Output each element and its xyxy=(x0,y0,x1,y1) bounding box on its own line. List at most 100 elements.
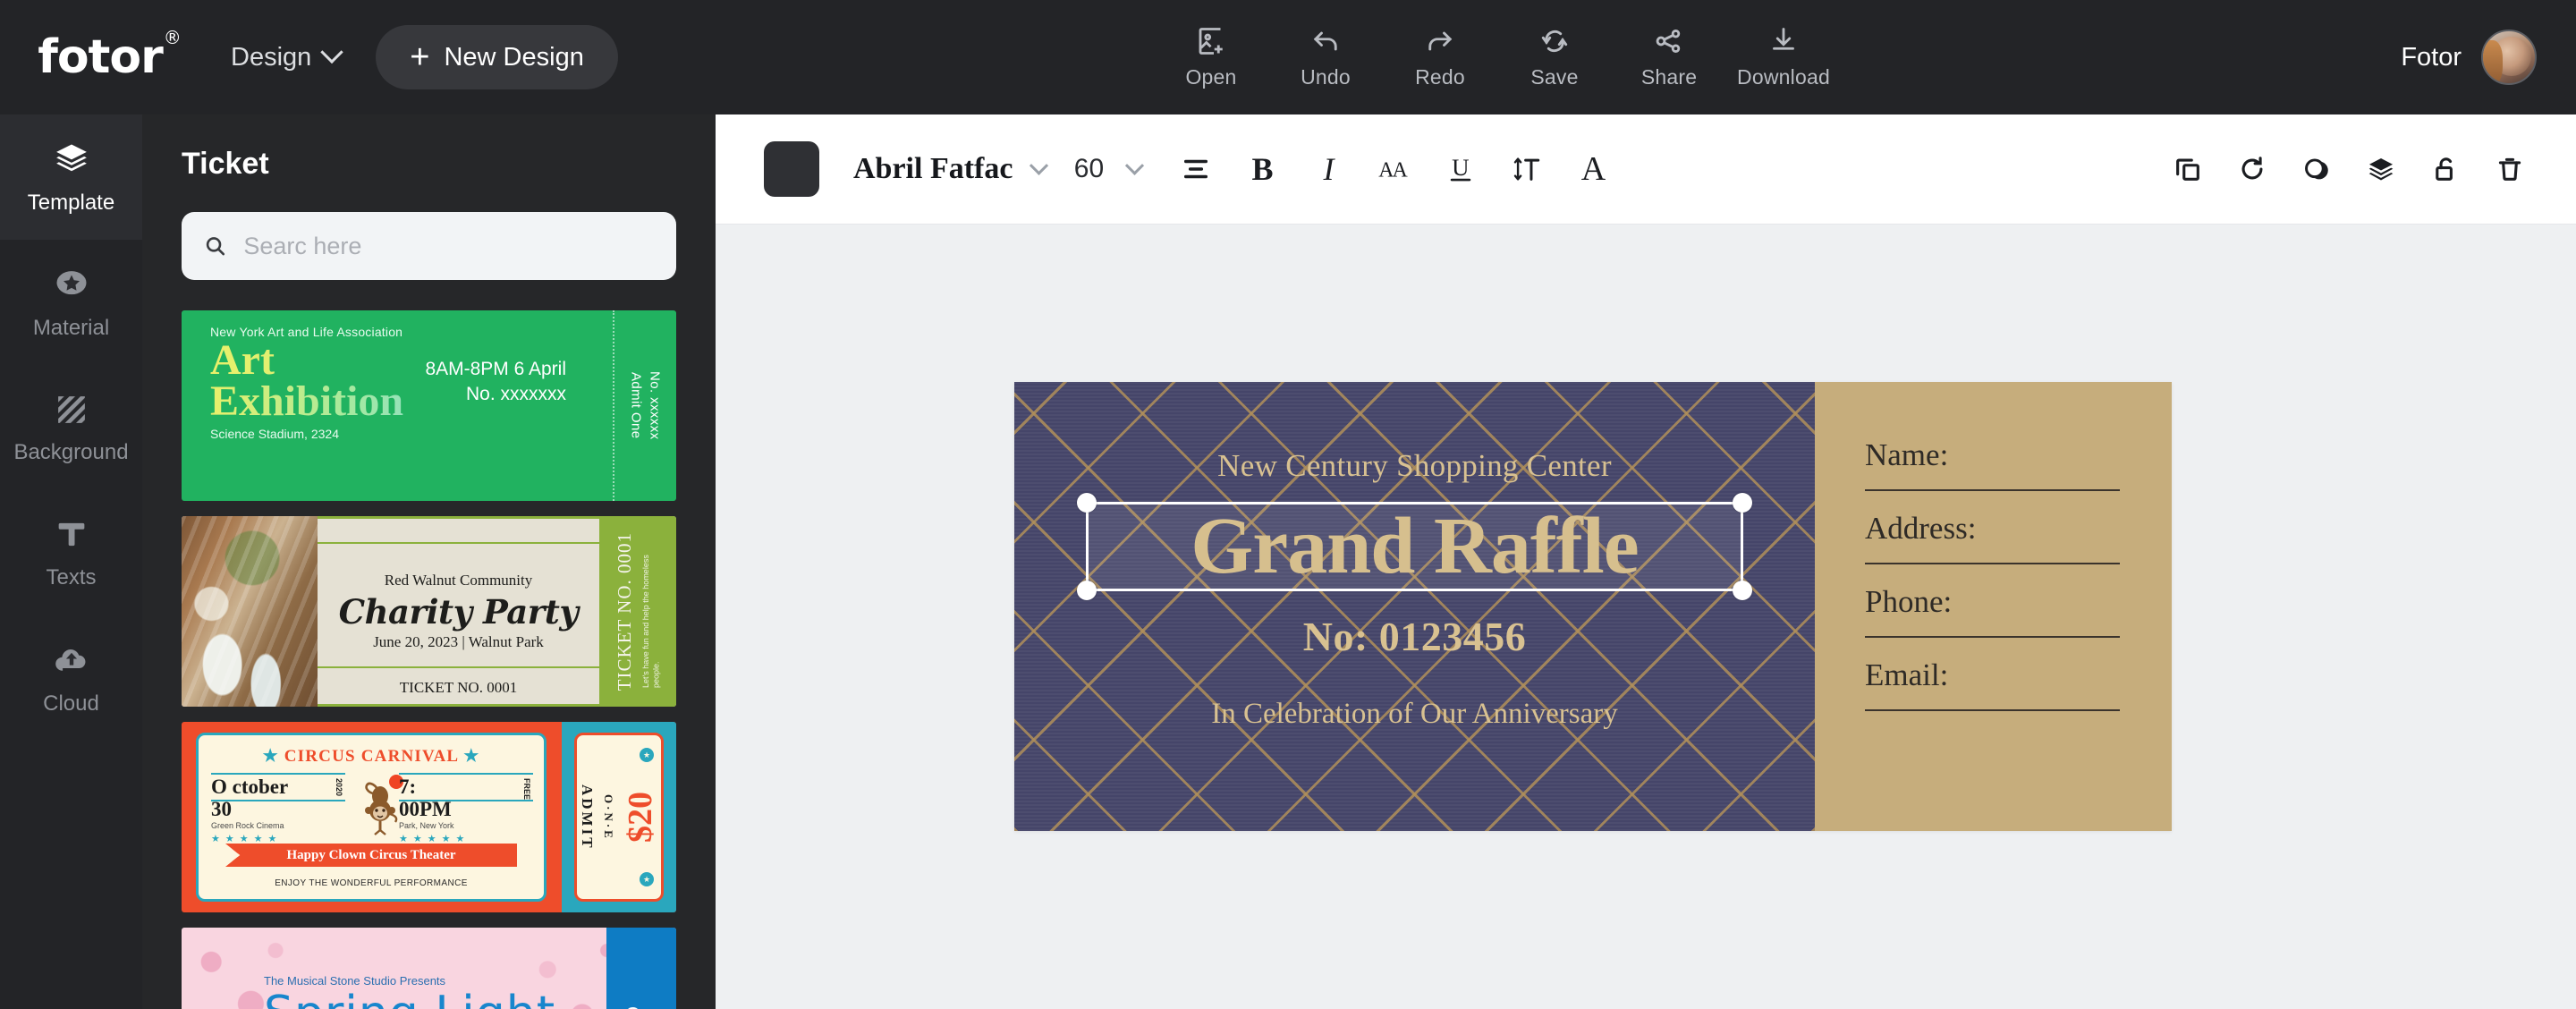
thumb3-star-left: ★ xyxy=(262,747,279,766)
ticket-main-panel[interactable]: New Century Shopping Center Grand Raffle… xyxy=(1014,382,1815,831)
opacity-button[interactable] xyxy=(2284,137,2349,201)
search-input[interactable] xyxy=(243,232,655,260)
thumb3-venue: Green Rock Cinema xyxy=(211,821,284,830)
thumb1-stub-line1: Admit One xyxy=(628,372,644,439)
template-thumb-charity-party[interactable]: Red Walnut Community Charity Party June … xyxy=(182,516,676,707)
avatar[interactable] xyxy=(2481,30,2537,85)
redo-button[interactable]: Redo xyxy=(1383,0,1497,114)
resize-handle-bottom-right[interactable] xyxy=(1733,581,1752,600)
share-button[interactable]: Share xyxy=(1612,0,1726,114)
italic-button[interactable]: I xyxy=(1295,136,1361,202)
ticket-stub-panel[interactable]: Name: Address: Phone: Email: xyxy=(1815,382,2172,831)
stub-field-name[interactable]: Name: xyxy=(1865,437,2120,491)
thumb1-number: No. xxxxxxx xyxy=(465,383,566,404)
sidebar-item-texts[interactable]: Texts xyxy=(0,490,142,615)
thumb2-stub: TICKET NO. 0001 Let's have fun and help … xyxy=(599,516,676,707)
stub-field-address[interactable]: Address: xyxy=(1865,511,2120,564)
unlock-icon xyxy=(2436,157,2453,181)
undo-arrow-icon xyxy=(1313,31,1337,51)
thumb3-title: ★ CIRCUS CARNIVAL ★ xyxy=(199,746,544,767)
font-family-chevron-down-icon[interactable] xyxy=(1030,156,1049,175)
text-t-icon xyxy=(58,522,84,546)
duplicate-button[interactable] xyxy=(2156,137,2220,201)
sidebar-item-material[interactable]: Material xyxy=(0,240,142,365)
sidebar-item-material-label: Material xyxy=(32,315,110,340)
template-thumb-circus-carnival[interactable]: ★ CIRCUS CARNIVAL ★ O ctober 30 Green Ro… xyxy=(182,722,676,912)
rotate-button[interactable] xyxy=(2220,137,2284,201)
share-label: Share xyxy=(1640,65,1698,89)
thumb1-stub: Admit One No. xxxxxx xyxy=(613,310,676,501)
resize-handle-top-left[interactable] xyxy=(1077,493,1097,513)
ticket-number[interactable]: No: 0123456 xyxy=(1303,613,1527,660)
undo-button[interactable]: Undo xyxy=(1268,0,1383,114)
user-area[interactable]: Fotor xyxy=(2401,0,2537,114)
resize-handle-bottom-left[interactable] xyxy=(1077,581,1097,600)
thumb3-left-rule-top xyxy=(211,773,345,775)
bold-button[interactable]: B xyxy=(1229,136,1295,202)
logo-text: fotor xyxy=(38,30,164,84)
stub-field-email[interactable]: Email: xyxy=(1865,657,2120,711)
layers-stack-icon xyxy=(2368,157,2394,181)
font-size-chevron-down-icon[interactable] xyxy=(1125,156,1145,175)
layer-button[interactable] xyxy=(2349,137,2413,201)
design-menu-label: Design xyxy=(231,42,312,72)
ticket-organization[interactable]: New Century Shopping Center xyxy=(1217,448,1612,484)
thumb4-org: The Musical Stone Studio Presents xyxy=(264,974,446,988)
selected-text-wrapper: Grand Raffle xyxy=(1077,493,1752,600)
thumb1-time: 8AM-8PM 6 April xyxy=(425,359,566,379)
text-effects-button[interactable]: A xyxy=(1560,136,1626,202)
lock-button[interactable] xyxy=(2413,137,2478,201)
download-button[interactable]: Download xyxy=(1726,0,1841,114)
thumb3-location: Park, New York xyxy=(399,821,454,830)
letter-spacing-button[interactable]: A A xyxy=(1361,136,1428,202)
underline-button[interactable]: U xyxy=(1428,136,1494,202)
new-design-button[interactable]: + New Design xyxy=(376,25,618,89)
top-bar: fotor ® Design + New Design Open Undo Re… xyxy=(0,0,2576,114)
stub-field-phone[interactable]: Phone: xyxy=(1865,584,2120,638)
sidebar-item-cloud[interactable]: Cloud xyxy=(0,615,142,741)
align-center-icon xyxy=(1184,159,1208,179)
sidebar-item-template[interactable]: Template xyxy=(0,114,142,240)
ticket-celebration[interactable]: In Celebration of Our Anniversary xyxy=(1211,698,1618,731)
thumb1-meta: 8AM-8PM 6 April No. xxxxxxx xyxy=(343,357,566,406)
line-height-button[interactable] xyxy=(1494,136,1560,202)
resize-handle-top-right[interactable] xyxy=(1733,493,1752,513)
page-title: Ticket xyxy=(182,147,269,181)
save-button[interactable]: Save xyxy=(1497,0,1612,114)
left-rail: Template Material Background Texts Cloud xyxy=(0,114,142,1009)
thumb3-right-stars: ★★★★★ xyxy=(399,834,470,844)
open-button[interactable]: Open xyxy=(1154,0,1268,114)
ticket-title[interactable]: Grand Raffle xyxy=(1191,506,1639,587)
search-box[interactable] xyxy=(182,212,676,280)
thumb3-star-right: ★ xyxy=(463,747,480,766)
thumb1-stub-line2: No. xxxxxx xyxy=(647,371,663,440)
hatch-square-icon xyxy=(57,395,85,423)
template-thumb-art-exhibition[interactable]: New York Art and Life Association Art Ex… xyxy=(182,310,676,501)
thumb3-banner: Happy Clown Circus Theater xyxy=(225,844,517,867)
sync-save-icon xyxy=(1541,30,1568,53)
stub-field-phone-line xyxy=(1865,636,2120,638)
thumb3-stub-one: O·N·E xyxy=(602,793,615,841)
design-menu[interactable]: Design xyxy=(231,40,344,72)
sidebar-item-texts-label: Texts xyxy=(46,564,97,589)
ticket-design[interactable]: New Century Shopping Center Grand Raffle… xyxy=(1014,382,2172,831)
thumb3-footer: ENJOY THE WONDERFUL PERFORMANCE xyxy=(275,878,468,888)
font-size-value[interactable]: 60 xyxy=(1069,154,1108,184)
fotor-logo[interactable]: fotor ® xyxy=(38,27,182,84)
underline-icon: U xyxy=(1451,154,1471,182)
align-button[interactable] xyxy=(1163,136,1229,202)
text-color-swatch[interactable] xyxy=(764,141,819,197)
delete-button[interactable] xyxy=(2478,137,2542,201)
font-family-value[interactable]: Abril Fatfac xyxy=(853,152,1013,186)
stub-field-email-label: Email: xyxy=(1865,657,1949,692)
selection-bounding-box[interactable]: Grand Raffle xyxy=(1077,493,1752,600)
template-thumb-spring-light[interactable]: The Musical Stone Studio Presents Spring… xyxy=(182,928,676,1009)
canvas-area[interactable]: New Century Shopping Center Grand Raffle… xyxy=(716,225,2576,1009)
line-height-icon xyxy=(1514,157,1540,181)
sidebar-item-background-label: Background xyxy=(13,439,129,464)
sidebar-item-template-label: Template xyxy=(27,190,115,215)
thumb3-right-block: 7: 00PM Park, New York ★★★★★ FREE xyxy=(399,773,533,844)
thumb2-stub-small: Let's have fun and help the homeless peo… xyxy=(641,554,661,688)
sidebar-item-background[interactable]: Background xyxy=(0,365,142,490)
redo-arrow-icon xyxy=(1428,31,1453,51)
